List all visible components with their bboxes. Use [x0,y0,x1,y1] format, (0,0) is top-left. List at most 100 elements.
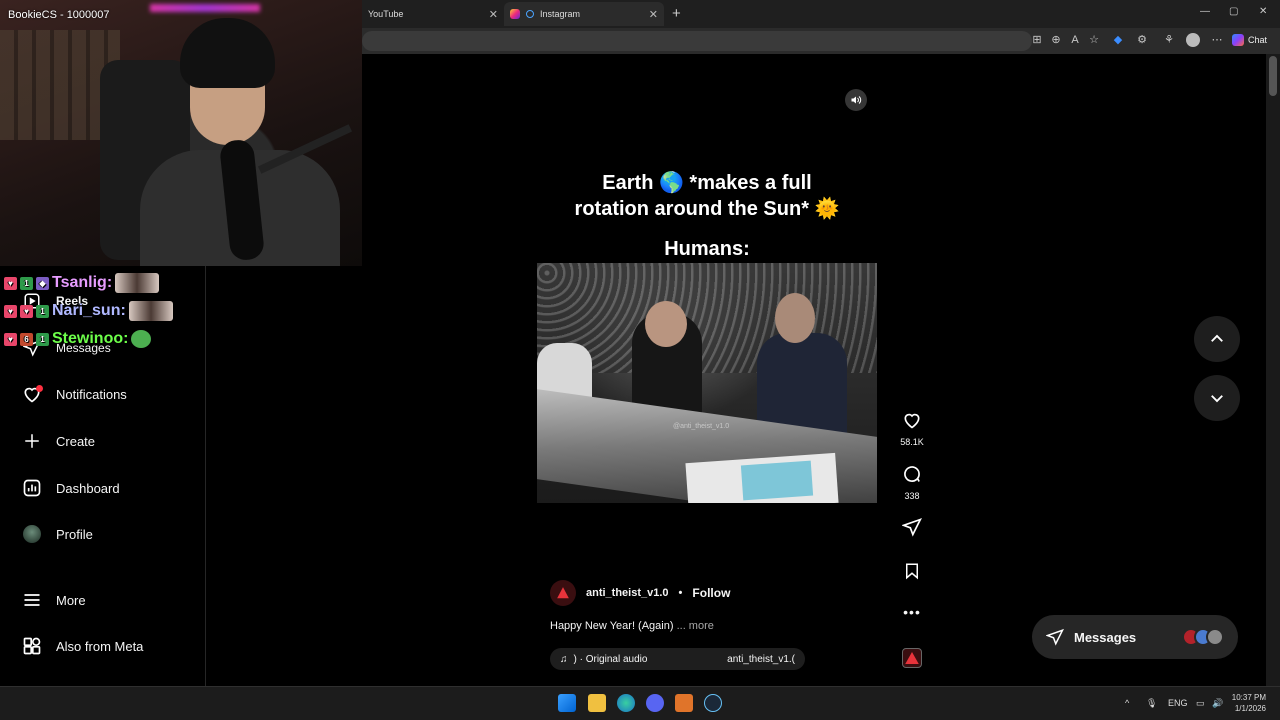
share-icon [901,518,922,537]
extensions-icon[interactable]: ⚘ [1162,33,1176,47]
more-link[interactable]: ... more [677,620,714,632]
scrollbar-thumb[interactable] [1269,56,1277,96]
puzzle-icon[interactable]: ⚙ [1135,33,1149,47]
tab-youtube[interactable]: YouTube ✕ [362,2,504,26]
share-button[interactable] [898,517,926,542]
sidebar-item-dashboard[interactable]: Dashboard [22,477,120,499]
caption-line: Earth 🌎 *makes a full [602,172,812,194]
plus-icon [22,431,42,451]
audio-author: anti_theist_v1.( [727,653,795,665]
microphone-icon[interactable]: 🎙 [1146,698,1157,709]
dot-separator: • [678,587,683,599]
address-field[interactable] [362,31,1032,51]
like-count: 58.1K [900,437,924,447]
copilot-chat-button[interactable]: Chat [1232,32,1267,48]
caption-humans: Humans: [664,238,750,260]
sidebar-item-label: Profile [56,526,93,542]
sub-badge-icon: 1 [36,332,49,346]
tab-instagram[interactable]: Instagram ✕ [504,2,664,26]
sidebar-item-more[interactable]: More [22,589,86,611]
meta-apps-icon [22,636,42,656]
sidebar-item-notifications[interactable]: Notifications [22,383,127,405]
contact-avatar [1206,628,1224,646]
start-icon[interactable] [558,694,576,712]
chat-username: Nari_sun: [52,302,126,319]
close-tab-icon[interactable]: ✕ [649,8,658,21]
grid-icon[interactable]: ⊞ [1030,33,1044,47]
sub-badge-icon: 1 [36,304,49,318]
pin-badge-icon: ♥ [4,332,17,346]
previous-reel-button[interactable] [1194,316,1240,362]
sidebar-item-profile[interactable]: Profile [22,523,93,545]
tray-overflow-icon[interactable]: ^ [1125,698,1129,708]
speaker-icon [851,96,862,104]
video-watermark: @anti_theist_v1.0 [673,423,730,430]
sidebar-item-label: Create [56,433,96,449]
sidebar-item-label: Dashboard [56,480,120,496]
streamer-hair [180,18,275,88]
author-username[interactable]: anti_theist_v1.0 [586,587,669,599]
windows-taskbar [0,686,1280,720]
messages-pill[interactable]: Messages [1032,615,1238,659]
author-avatar[interactable] [550,580,576,606]
close-tab-icon[interactable]: ✕ [489,8,498,21]
next-reel-button[interactable] [1194,375,1240,421]
minimize-button[interactable]: — [1200,6,1210,17]
neon-light [150,4,260,12]
tab-label: YouTube [368,9,404,19]
read-aloud-icon[interactable]: A [1068,33,1082,47]
page-scrollbar[interactable] [1266,54,1280,686]
file-explorer-icon[interactable] [588,694,606,712]
chat-message: ♥ 6 1 Stewinoo: [4,328,152,350]
shield-badge-icon: ◆ [36,276,49,290]
sidebar-item-create[interactable]: Create [22,430,95,452]
zoom-icon[interactable]: ⊕ [1049,33,1063,47]
new-tab-button[interactable]: + [672,5,681,22]
follow-button[interactable]: Follow [692,586,730,600]
audio-pill[interactable]: ♫ ) · Original audio anti_theist_v1.( [550,648,805,670]
save-button[interactable] [898,561,926,586]
hamburger-icon [22,590,42,610]
caption-line: rotation around the Sun* 🌞 [574,198,840,220]
comment-icon [904,466,920,482]
network-icon[interactable]: ▭ [1196,698,1205,709]
eyes-emote-icon [115,273,160,293]
clock-time: 10:37 PM [1231,693,1266,702]
reel-video-frame[interactable]: @anti_theist_v1.0 [537,263,877,503]
reel-author-row: anti_theist_v1.0 • Follow [550,580,730,606]
reel-caption: Earth 🌎 *makes a full rotation around th… [537,170,877,222]
close-window-button[interactable]: ✕ [1259,6,1267,17]
volume-icon[interactable]: 🔊 [1212,698,1223,709]
person-center-head [645,301,687,347]
extension-icon[interactable]: ◆ [1111,33,1125,47]
favorite-icon[interactable]: ☆ [1087,33,1101,47]
like-button[interactable]: 58.1K [898,410,926,447]
profile-icon[interactable] [1186,33,1200,47]
sub-badge-icon: 1 [20,276,33,290]
instagram-icon [510,9,520,19]
desk-paper-blue [740,460,814,501]
comment-button[interactable]: 338 [898,464,926,501]
menu-icon[interactable]: ⋯ [1210,33,1224,47]
heart-icon [22,384,43,404]
taskbar-clock[interactable]: 10:37 PM 1/1/2026 [1230,692,1266,714]
edge-icon[interactable] [617,694,635,712]
copilot-icon [1232,34,1244,46]
chat-username: Stewinoo: [52,330,129,347]
description-text: Happy New Year! (Again) [550,620,674,632]
eyes-emote-icon [128,301,173,321]
language-indicator[interactable]: ENG [1168,698,1188,708]
heart-badge-icon: ♥ [20,304,33,318]
discord-icon[interactable] [646,694,664,712]
app-icon[interactable] [675,694,693,712]
notification-dot [36,385,43,392]
sound-toggle-button[interactable] [845,89,867,111]
audio-thumbnail[interactable] [898,648,926,672]
chat-message: ♥ 1 ◆ Tsanlig: [4,272,160,294]
maximize-button[interactable]: ▢ [1229,6,1238,17]
reel-player[interactable]: Earth 🌎 *makes a full rotation around th… [537,80,877,686]
sidebar-item-also-from-meta[interactable]: Also from Meta [22,635,143,657]
more-options-icon[interactable]: ••• [898,604,926,620]
chat-message: ♥ ♥ 1 Nari_sun: [4,300,173,322]
steam-icon[interactable] [704,694,722,712]
